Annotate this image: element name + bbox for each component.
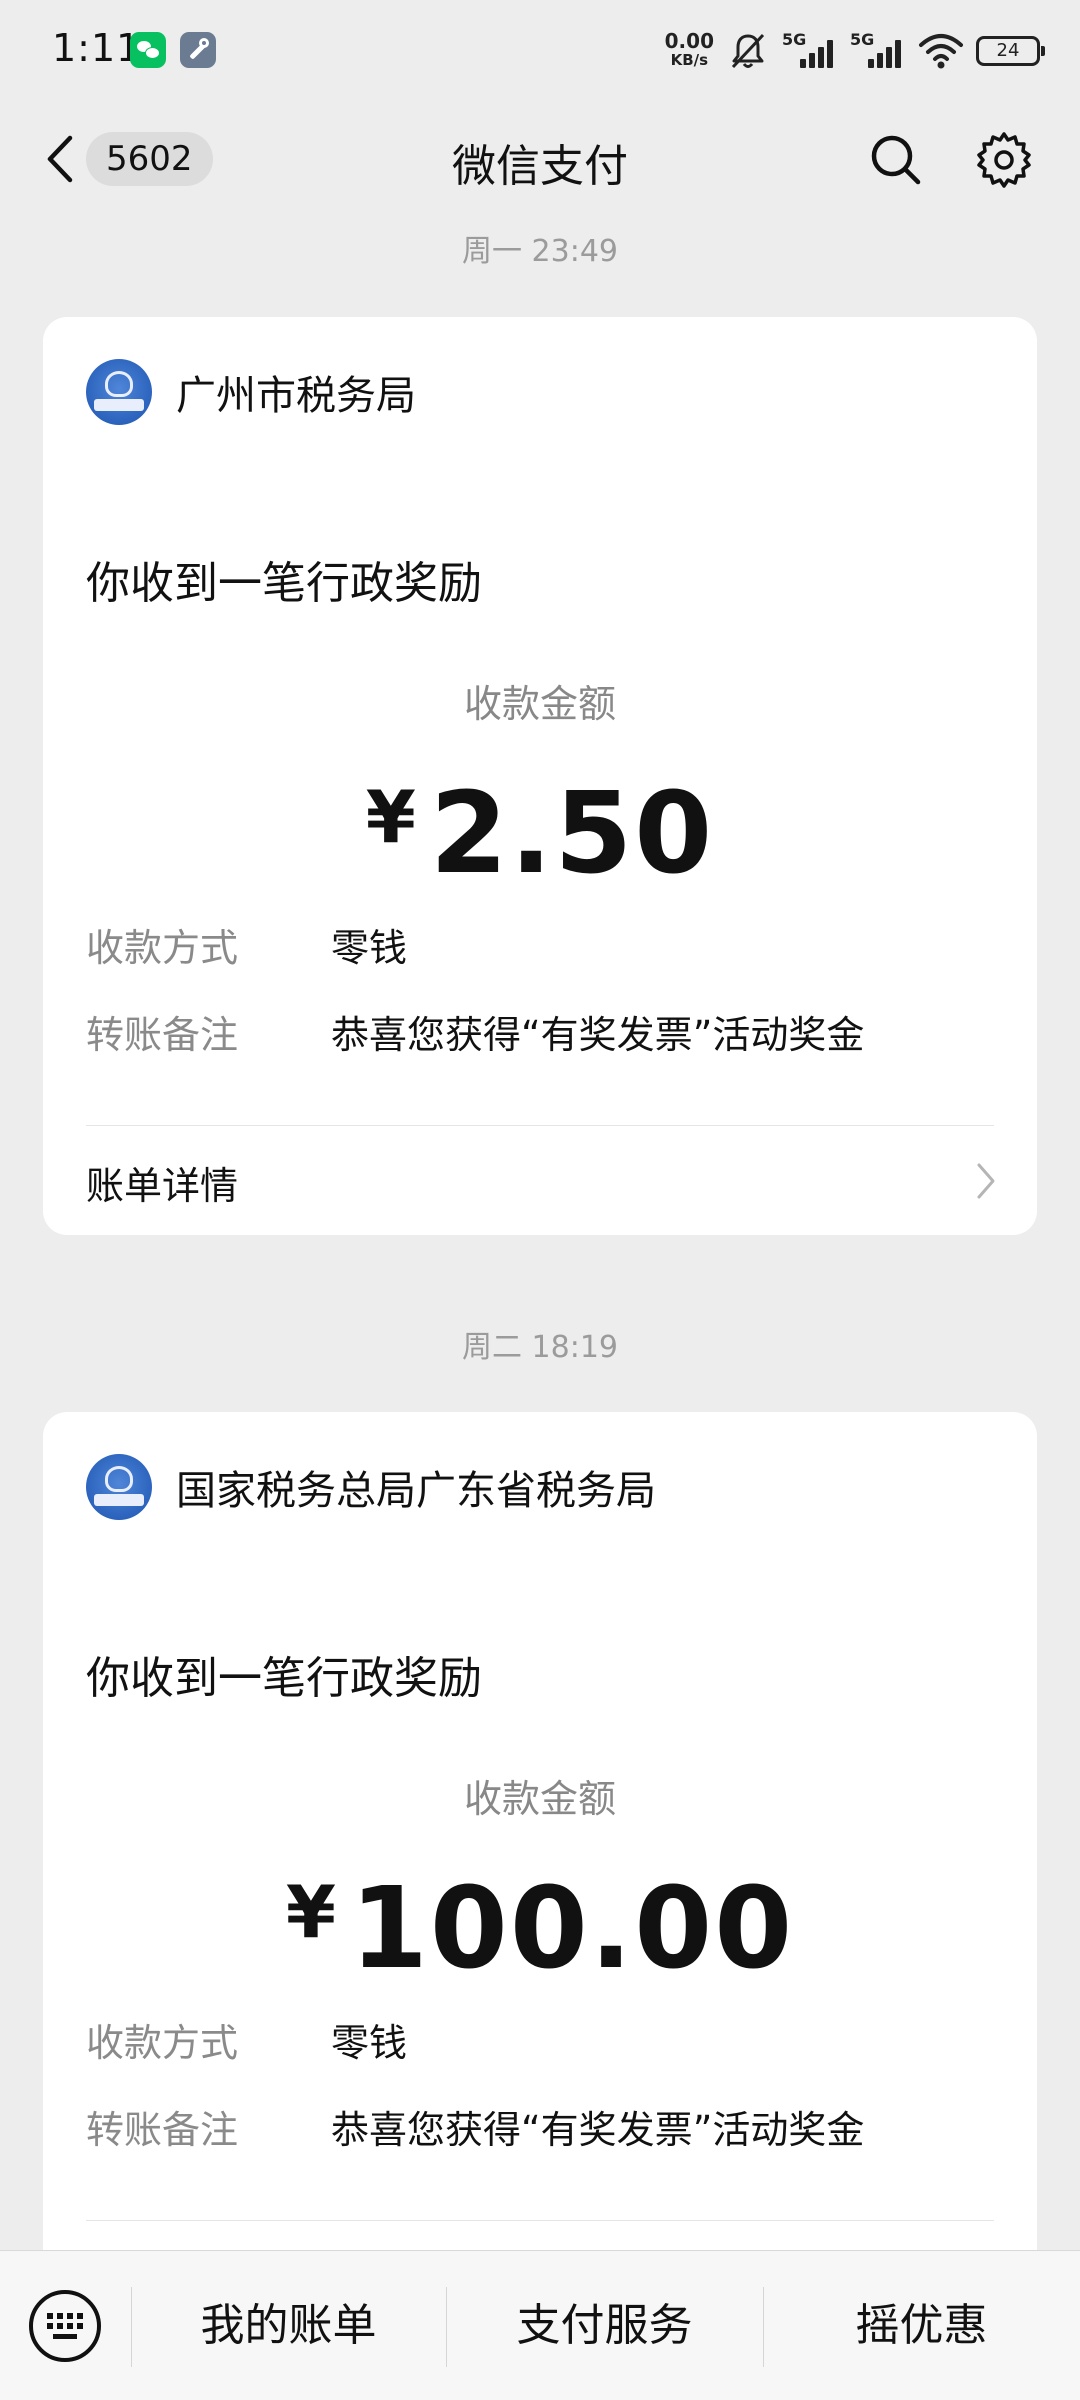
menu-my-bills[interactable]: 我的账单 [131,2251,446,2400]
sim1-label: 5G [782,30,807,49]
card-header: 国家税务总局广东省税务局 [86,1454,656,1520]
transfer-note-row: 转账备注 恭喜您获得“有奖发票”活动奖金 [86,2099,864,2154]
keyboard-icon [29,2290,101,2362]
card-divider [86,2220,994,2221]
gear-icon [977,132,1031,188]
message-timestamp: 周一 23:49 [462,234,618,269]
transfer-note-value: 恭喜您获得“有奖发票”活动奖金 [331,1013,865,1057]
transfer-note-label: 转账备注 [86,2108,239,2152]
settings-button[interactable] [974,130,1034,190]
menu-shake-deals[interactable]: 摇优惠 [763,2251,1080,2400]
search-button[interactable] [866,130,926,190]
payment-method-row: 收款方式 零钱 [86,917,407,972]
network-speed: 0.00 KB/s [664,29,714,70]
search-icon [871,135,921,185]
card-header: 广州市税务局 [86,359,416,425]
payment-method-row: 收款方式 零钱 [86,2012,407,2067]
payment-method-value: 零钱 [331,926,408,970]
network-speed-unit: KB/s [670,51,709,69]
wifi-icon [919,34,963,69]
payment-method-label: 收款方式 [86,2021,239,2065]
status-indicators: 0.00 KB/s 5G 5G 24 [664,24,1045,78]
card-headline: 你收到一笔行政奖励 [86,1653,482,1704]
bill-detail-row[interactable]: 账单详情 [43,1125,1037,1235]
transfer-note-label: 转账备注 [86,1013,239,1057]
battery-icon: 24 [976,36,1045,66]
payment-card[interactable]: 广州市税务局 你收到一笔行政奖励 收款金额 ¥2.50 收款方式 零钱 转账备注 恭… [43,317,1037,1235]
payment-card[interactable]: 国家税务总局广东省税务局 你收到一笔行政奖励 收款金额 ¥100.00 收款方式… [43,1412,1037,2372]
org-name: 国家税务总局广东省税务局 [176,1468,656,1514]
amount-number: 100.00 [349,1864,795,1994]
wechat-pay-chat-screen: 1:11 0.00 KB/s 5G 5G 24 5602 微信支付 周一 23:… [0,0,1080,2400]
transfer-note-row: 转账备注 恭喜您获得“有奖发票”活动奖金 [86,1004,864,1059]
currency-symbol: ¥ [285,1870,336,1954]
tool-notification-icon [180,32,216,68]
card-headline: 你收到一笔行政奖励 [86,558,482,609]
tax-bureau-logo-icon [86,1454,152,1520]
chevron-right-icon [977,1163,995,1199]
keyboard-toggle-button[interactable] [26,2287,104,2365]
status-time: 1:11 [52,26,142,70]
amount-number: 2.50 [429,769,715,899]
sim1-signal-icon: 5G [782,30,838,72]
mute-bell-icon [731,33,765,69]
tax-bureau-logo-icon [86,359,152,425]
status-bar: 1:11 0.00 KB/s 5G 5G 24 [0,0,1080,100]
menu-payment-services[interactable]: 支付服务 [446,2251,763,2400]
network-speed-value: 0.00 [664,29,714,53]
payment-method-label: 收款方式 [86,926,239,970]
sim2-label: 5G [850,30,875,49]
bottom-service-menu: 我的账单 支付服务 摇优惠 [0,2250,1080,2400]
transfer-note-value: 恭喜您获得“有奖发票”活动奖金 [331,2108,865,2152]
currency-symbol: ¥ [365,775,416,859]
nav-bar: 5602 微信支付 [0,100,1080,218]
org-name: 广州市税务局 [176,373,416,419]
amount-value: ¥2.50 [43,769,1037,899]
wechat-notification-icon [130,32,166,68]
amount-value: ¥100.00 [43,1864,1037,1994]
amount-label: 收款金额 [463,1777,616,1821]
amount-label: 收款金额 [463,682,616,726]
sim2-signal-icon: 5G [850,30,906,72]
message-timestamp: 周二 18:19 [462,1330,618,1365]
payment-method-value: 零钱 [331,2021,408,2065]
bill-detail-label: 账单详情 [86,1164,239,1208]
